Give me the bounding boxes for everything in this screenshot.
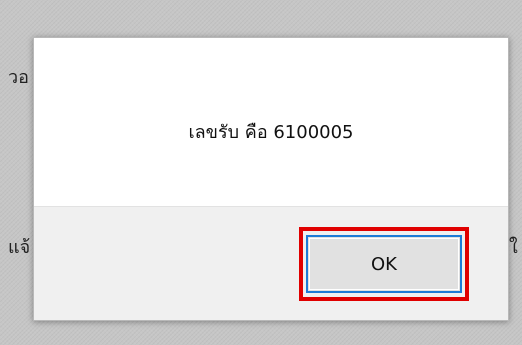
dialog-footer: OK (34, 206, 508, 320)
dialog-message-area: เลขรับ คือ 6100005 (34, 38, 508, 206)
ok-button[interactable]: OK (306, 235, 462, 293)
alert-dialog: เลขรับ คือ 6100005 OK (33, 37, 509, 321)
dialog-message: เลขรับ คือ 6100005 (188, 122, 354, 143)
background-text-fragment: ใ (509, 237, 518, 258)
background-text-fragment: วอ (8, 67, 29, 88)
background-text-fragment: แจ้ (8, 237, 31, 258)
